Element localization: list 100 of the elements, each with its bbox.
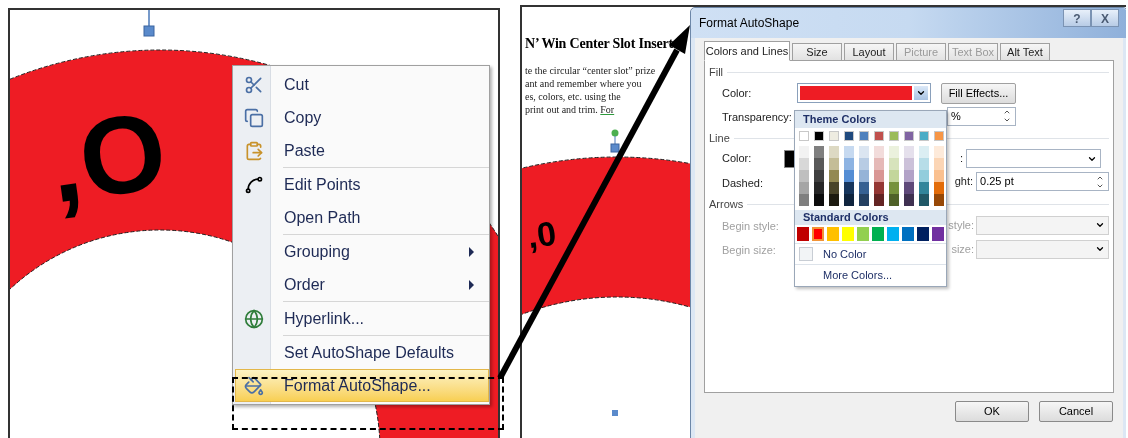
tab[interactable]: Colors and Lines: [704, 41, 790, 61]
color-swatch[interactable]: [859, 170, 869, 182]
scissors-icon: [244, 74, 264, 95]
color-swatch[interactable]: [919, 158, 929, 170]
color-swatch[interactable]: [934, 182, 944, 194]
color-swatch[interactable]: [904, 146, 914, 158]
close-button[interactable]: X: [1091, 9, 1119, 27]
color-swatch[interactable]: [844, 170, 854, 182]
menu-item[interactable]: Edit Points: [235, 168, 489, 201]
color-swatch[interactable]: [799, 146, 809, 158]
tab[interactable]: Alt Text: [1000, 43, 1050, 61]
menu-item[interactable]: Grouping: [235, 235, 489, 268]
color-swatch[interactable]: [844, 182, 854, 194]
color-swatch[interactable]: [904, 182, 914, 194]
color-swatch[interactable]: [889, 170, 899, 182]
color-swatch[interactable]: [799, 170, 809, 182]
color-dropdown[interactable]: [797, 83, 931, 103]
color-swatch[interactable]: [829, 158, 839, 170]
text-link[interactable]: For: [600, 104, 615, 115]
color-swatch[interactable]: [827, 227, 839, 241]
color-swatch[interactable]: [812, 227, 824, 241]
color-swatch[interactable]: [904, 194, 914, 206]
color-swatch[interactable]: [859, 146, 869, 158]
color-swatch[interactable]: [799, 131, 809, 141]
menu-item[interactable]: Format AutoShape...: [235, 369, 489, 402]
tab[interactable]: Size: [792, 43, 842, 61]
cancel-button[interactable]: Cancel: [1039, 401, 1113, 422]
color-swatch[interactable]: [844, 194, 854, 206]
dropdown-field[interactable]: [966, 149, 1101, 168]
color-swatch[interactable]: [857, 227, 869, 241]
color-swatch[interactable]: [934, 194, 944, 206]
color-swatch[interactable]: [919, 182, 929, 194]
more-colors-option[interactable]: More Colors...: [823, 267, 893, 284]
color-swatch[interactable]: [859, 194, 869, 206]
color-swatch[interactable]: [874, 158, 884, 170]
color-swatch[interactable]: [889, 182, 899, 194]
color-swatch[interactable]: [797, 227, 809, 241]
color-swatch[interactable]: [889, 146, 899, 158]
menu-item[interactable]: Set AutoShape Defaults: [235, 336, 489, 369]
no-color-option[interactable]: No Color: [823, 245, 867, 263]
color-swatch[interactable]: [904, 131, 914, 141]
color-swatch[interactable]: [814, 146, 824, 158]
color-swatch[interactable]: [902, 227, 914, 241]
color-swatch[interactable]: [874, 194, 884, 206]
color-swatch[interactable]: [829, 170, 839, 182]
color-swatch[interactable]: [934, 158, 944, 170]
weight-field[interactable]: 0.25 pt: [976, 172, 1109, 191]
color-swatch[interactable]: [829, 131, 839, 141]
color-swatch[interactable]: [887, 227, 899, 241]
color-swatch[interactable]: [844, 146, 854, 158]
color-swatch[interactable]: [859, 131, 869, 141]
color-swatch[interactable]: [934, 131, 944, 141]
color-swatch[interactable]: [844, 131, 854, 141]
color-swatch[interactable]: [904, 170, 914, 182]
color-swatch[interactable]: [919, 194, 929, 206]
color-swatch[interactable]: [904, 158, 914, 170]
color-swatch[interactable]: [919, 170, 929, 182]
color-swatch[interactable]: [844, 158, 854, 170]
menu-item[interactable]: Cut: [235, 68, 489, 101]
color-swatch[interactable]: [829, 194, 839, 206]
color-swatch[interactable]: [932, 227, 944, 241]
color-swatch[interactable]: [889, 194, 899, 206]
color-swatch[interactable]: [814, 182, 824, 194]
menu-item[interactable]: Paste: [235, 134, 489, 167]
menu-item[interactable]: Hyperlink...: [235, 302, 489, 335]
color-swatch[interactable]: [814, 131, 824, 141]
color-swatch[interactable]: [889, 131, 899, 141]
transparency-field[interactable]: %: [947, 106, 1016, 126]
field-label: Transparency:: [722, 111, 792, 123]
color-swatch[interactable]: [842, 227, 854, 241]
color-swatch[interactable]: [934, 146, 944, 158]
color-swatch[interactable]: [919, 131, 929, 141]
color-swatch[interactable]: [859, 182, 869, 194]
menu-item[interactable]: Open Path: [235, 201, 489, 234]
color-swatch[interactable]: [872, 227, 884, 241]
menu-item[interactable]: Order: [235, 268, 489, 301]
menu-item[interactable]: Copy: [235, 101, 489, 134]
body-text-line: print out and trim. For: [525, 103, 616, 116]
field-label: Color:: [722, 85, 753, 101]
color-swatch[interactable]: [917, 227, 929, 241]
color-swatch[interactable]: [874, 182, 884, 194]
fill-effects-button[interactable]: Fill Effects...: [941, 82, 1016, 104]
ok-button[interactable]: OK: [955, 401, 1029, 422]
color-swatch[interactable]: [859, 158, 869, 170]
help-button[interactable]: ?: [1063, 9, 1091, 27]
color-swatch[interactable]: [874, 170, 884, 182]
color-swatch[interactable]: [874, 146, 884, 158]
color-swatch[interactable]: [799, 194, 809, 206]
color-swatch[interactable]: [799, 182, 809, 194]
color-swatch[interactable]: [799, 158, 809, 170]
color-swatch[interactable]: [814, 170, 824, 182]
color-swatch[interactable]: [874, 131, 884, 141]
color-swatch[interactable]: [814, 158, 824, 170]
color-swatch[interactable]: [889, 158, 899, 170]
color-swatch[interactable]: [829, 182, 839, 194]
color-swatch[interactable]: [919, 146, 929, 158]
tab[interactable]: Layout: [844, 43, 894, 61]
color-swatch[interactable]: [829, 146, 839, 158]
color-swatch[interactable]: [814, 194, 824, 206]
color-swatch[interactable]: [934, 170, 944, 182]
